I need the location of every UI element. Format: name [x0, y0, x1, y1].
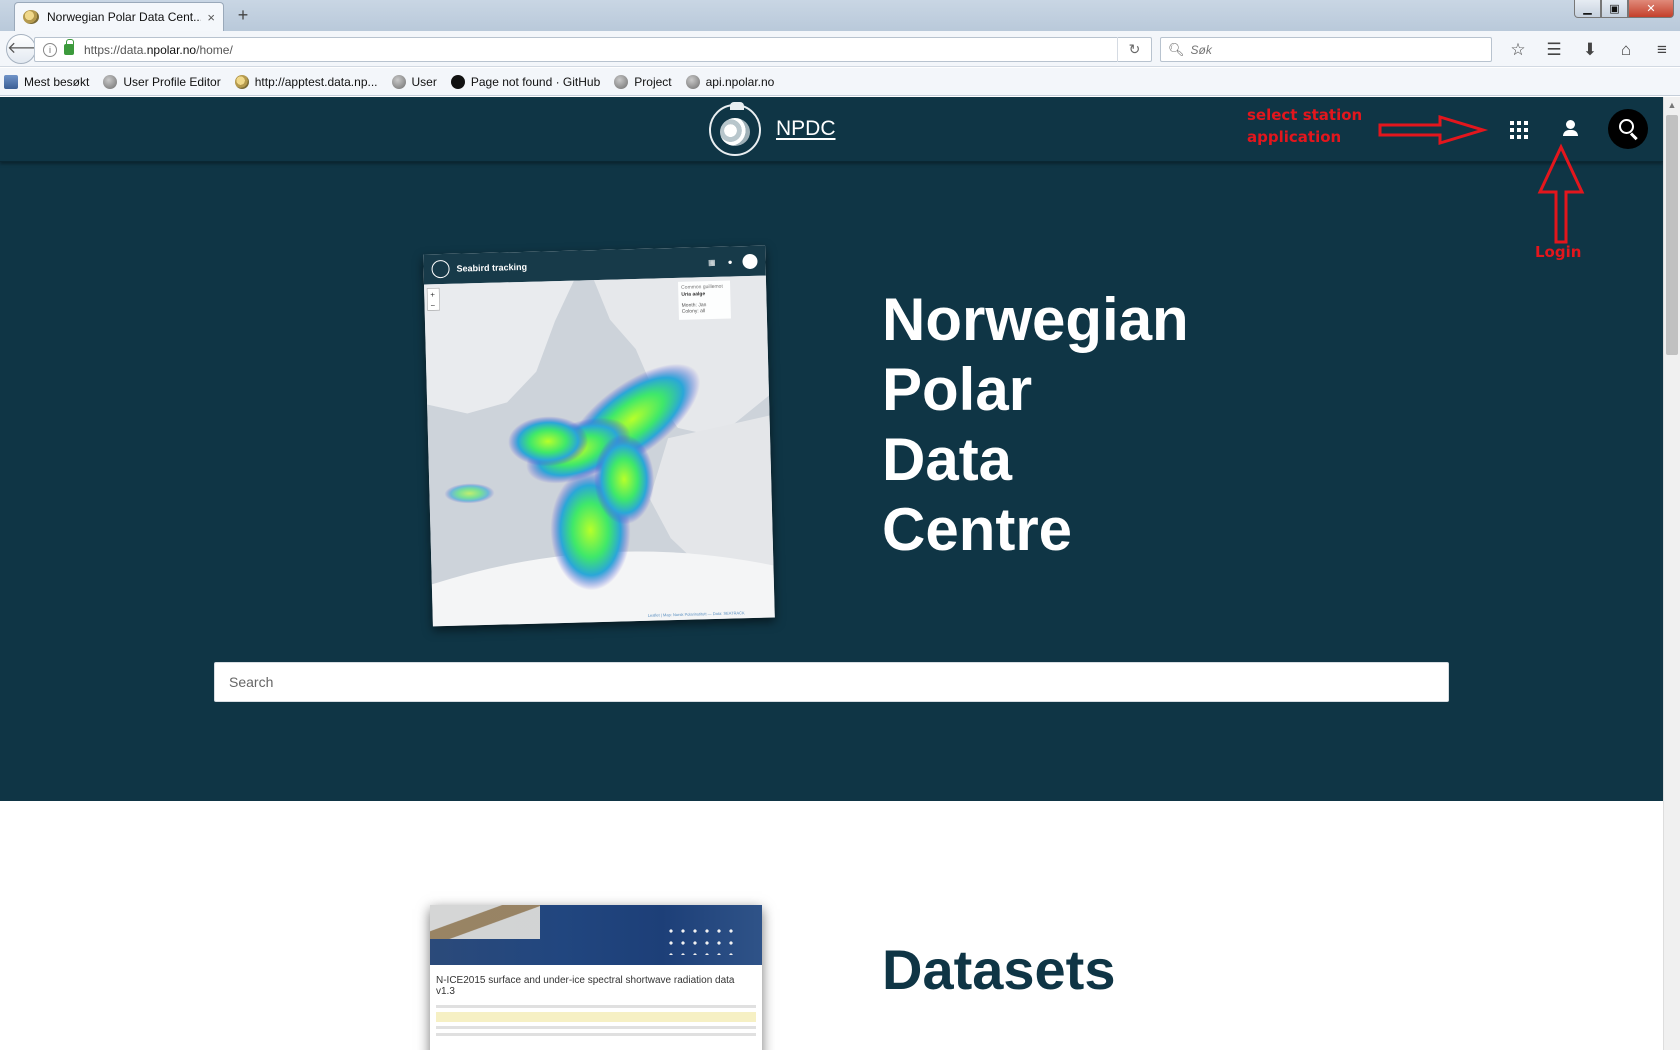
dataset-citation-box — [436, 1012, 756, 1022]
reload-icon[interactable]: ↻ — [1117, 37, 1151, 62]
preview-apps-icon: ▦ — [707, 257, 716, 267]
bookmark-label: api.npolar.no — [705, 74, 775, 89]
page-viewport: NPDC select station application Login Se… — [0, 97, 1663, 1050]
browser-titlebar: Norwegian Polar Data Cent... × + ▁ ▣ ✕ — [0, 0, 1680, 31]
site-search-box[interactable] — [214, 662, 1449, 702]
dataset-title: N-ICE2015 surface and under-ice spectral… — [436, 975, 735, 997]
bookmark-project[interactable]: Project — [614, 74, 672, 89]
hero-title-line: Data — [882, 426, 1013, 493]
legend-title: Common guillemot — [681, 284, 723, 291]
download-icon[interactable]: ⬇ — [1572, 37, 1608, 62]
bookmark-api-npolar[interactable]: api.npolar.no — [685, 74, 775, 89]
bookmark-github[interactable]: Page not found · GitHub — [450, 74, 601, 89]
back-button[interactable]: 🡐 — [6, 34, 50, 64]
scrollbar-thumb[interactable] — [1666, 115, 1678, 355]
apps-grid-icon[interactable] — [1508, 119, 1530, 141]
hero-title-line: Centre — [882, 496, 1073, 563]
dataset-text-line — [436, 1033, 756, 1036]
new-tab-button[interactable]: + — [234, 5, 252, 26]
bookmark-apptest[interactable]: http://apptest.data.np... — [234, 74, 378, 89]
hero-title-line: Norwegian — [882, 286, 1189, 353]
legend-species: Uria aalge — [681, 291, 705, 298]
maximize-button[interactable]: ▣ — [1601, 0, 1628, 18]
tab-title: Norwegian Polar Data Cent... — [47, 10, 202, 24]
bookmark-mest-besokt[interactable]: Mest besøkt — [4, 74, 90, 89]
page-scrollbar[interactable]: ▲ — [1663, 97, 1680, 1050]
browser-search-input[interactable] — [1190, 42, 1491, 57]
search-icon: 🔍︎ — [1168, 41, 1185, 57]
bookmark-user-profile-editor[interactable]: User Profile Editor — [103, 74, 221, 89]
bookmark-user[interactable]: User — [391, 74, 437, 89]
bookmark-label: Mest besøkt — [24, 74, 90, 89]
site-name-link[interactable]: NPDC — [776, 117, 836, 141]
bookmark-label: http://apptest.data.np... — [254, 74, 378, 89]
lock-icon — [64, 39, 74, 55]
hero-title-line: Polar — [882, 356, 1033, 423]
preview-logo-icon — [431, 259, 450, 279]
seabird-heatmap: Common guillemot Uria aalge Month: Jan C… — [423, 275, 775, 627]
browser-search-box[interactable]: 🔍︎ — [1160, 37, 1492, 62]
dataset-map-thumbnail — [430, 905, 762, 965]
globe-icon — [685, 74, 700, 89]
globe-icon — [614, 74, 629, 89]
tab-close-icon[interactable]: × — [207, 10, 215, 25]
annotation-select-station: select station application — [1247, 104, 1362, 148]
npolar-favicon-icon — [23, 10, 39, 24]
close-window-button[interactable]: ✕ — [1628, 0, 1674, 18]
book-icon — [4, 74, 18, 89]
url-prefix: https://data. — [84, 42, 147, 57]
legend-colony: Colony: all — [682, 308, 706, 315]
bookmark-label: User — [411, 74, 437, 89]
address-bar[interactable]: i https://data.npolar.no/home/ ↻ — [34, 37, 1152, 62]
bookmark-label: Page not found · GitHub — [470, 74, 601, 89]
annotation-login: Login — [1535, 243, 1582, 261]
npolar-icon — [234, 74, 249, 89]
site-header: NPDC — [0, 97, 1663, 162]
zoom-out-icon: − — [430, 301, 435, 310]
zoom-in-icon: + — [430, 290, 435, 299]
browser-tab[interactable]: Norwegian Polar Data Cent... × — [14, 2, 224, 31]
star-icon[interactable]: ☆ — [1500, 37, 1536, 62]
search-icon[interactable] — [1608, 109, 1648, 149]
bookmark-label: Project — [634, 74, 672, 89]
bookmark-label: User Profile Editor — [123, 74, 221, 89]
reading-list-icon[interactable]: ☰ — [1536, 37, 1572, 62]
preview-map: Common guillemot Uria aalge Month: Jan C… — [423, 275, 775, 627]
preview-title: Seabird tracking — [456, 261, 528, 274]
datasets-heading: Datasets — [882, 938, 1116, 1001]
hero-title: Norwegian Polar Data Centre — [882, 285, 1189, 565]
toolbar-icons: ☆ ☰ ⬇ ⌂ ≡ — [1500, 37, 1680, 62]
home-icon[interactable]: ⌂ — [1608, 37, 1644, 62]
seabird-preview-image[interactable]: Seabird tracking ▦ ● Common guillemot Ur… — [423, 245, 775, 627]
scroll-up-icon[interactable]: ▲ — [1664, 97, 1680, 113]
preview-search-icon — [742, 253, 758, 269]
dataset-text-line — [436, 1026, 756, 1029]
dataset-preview-image[interactable]: N-ICE2015 surface and under-ice spectral… — [430, 905, 762, 1050]
window-controls: ▁ ▣ ✕ — [1574, 0, 1674, 18]
github-icon — [450, 74, 465, 89]
globe-icon — [391, 74, 406, 89]
hero-section: NPDC select station application Login Se… — [0, 97, 1663, 801]
preview-user-icon: ● — [727, 256, 733, 267]
dataset-text-line — [436, 1005, 756, 1008]
url-text[interactable]: https://data.npolar.no/home/ — [84, 43, 1117, 57]
globe-icon — [103, 74, 118, 89]
url-path: /home/ — [196, 42, 233, 57]
minimize-button[interactable]: ▁ — [1574, 0, 1601, 18]
site-search-input[interactable] — [229, 674, 1448, 690]
menu-icon[interactable]: ≡ — [1644, 37, 1680, 62]
url-domain: npolar.no — [146, 42, 197, 57]
npolar-logo-icon[interactable] — [709, 102, 761, 156]
browser-navbar: 🡐 i https://data.npolar.no/home/ ↻ 🔍︎ ☆ … — [0, 31, 1680, 67]
annotation-line: application — [1247, 128, 1342, 146]
bookmarks-bar: Mest besøkt User Profile Editor http://a… — [0, 68, 1680, 96]
annotation-line: select station — [1247, 106, 1363, 124]
site-info-icon[interactable]: i — [43, 42, 57, 57]
user-login-icon[interactable] — [1560, 117, 1582, 139]
